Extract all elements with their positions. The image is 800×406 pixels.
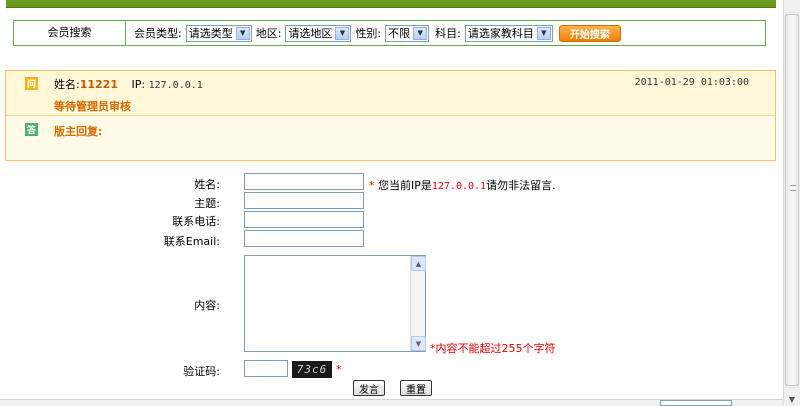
name-field-label: 姓名: (194, 178, 220, 191)
message-entry: 问 姓名:11221 IP: 127.0.0.1 2011-01-29 01:0… (5, 70, 776, 161)
captcha-required-star: * (336, 363, 342, 376)
member-type-select[interactable]: 请选类型 ▼ (185, 24, 252, 42)
chevron-down-icon[interactable]: ▼ (536, 26, 551, 40)
answer-icon: 答 (25, 123, 38, 136)
member-type-label: 会员类型: (134, 27, 182, 40)
captcha-input[interactable] (244, 360, 288, 377)
message-datetime: 2011-01-29 01:03:00 (634, 77, 749, 88)
status-text: 等待管理员审核 (54, 100, 131, 113)
ip-warning-suffix: 请勿非法留言. (486, 179, 556, 192)
ip-warning-prefix: 您当前IP是 (378, 179, 432, 192)
scrollbar-thumb[interactable] (785, 14, 799, 386)
name-label: 姓名: (54, 78, 80, 91)
message-form: 姓名: * 您当前IP是127.0.0.1请勿非法留言. 主题: 联系电话: 联… (0, 0, 780, 406)
moderator-reply-label: 版主回复: (54, 125, 103, 138)
gender-value: 不限 (388, 27, 411, 40)
page-scrollbar[interactable]: ▼ (783, 0, 800, 406)
ip-value: 127.0.0.1 (148, 80, 203, 91)
triangle-down-icon[interactable]: ▼ (785, 392, 799, 406)
message-header: 姓名:11221 IP: 127.0.0.1 (54, 76, 203, 92)
area-field: 地区: 请选地区 ▼ (255, 24, 352, 42)
submit-button[interactable]: 发言 (353, 380, 385, 396)
email-input[interactable] (244, 230, 364, 247)
member-search-bar: 会员搜索 会员类型: 请选类型 ▼ 地区: 请选地区 ▼ 性别: 不限 ▼ 科目… (13, 20, 766, 46)
bottom-select[interactable] (660, 400, 732, 406)
ip-warning: * 您当前IP是127.0.0.1请勿非法留言. (369, 177, 556, 193)
chevron-down-icon[interactable]: ▼ (335, 26, 350, 40)
content-textarea[interactable] (244, 255, 426, 352)
textarea-scrollbar[interactable]: ▲ ▼ (410, 256, 426, 351)
chevron-down-icon[interactable]: ▼ (413, 26, 428, 40)
grip-icon (790, 185, 796, 191)
triangle-up-icon[interactable]: ▲ (411, 256, 426, 271)
search-title: 会员搜索 (14, 21, 126, 45)
reset-button[interactable]: 重置 (400, 380, 432, 396)
author-name: 11221 (79, 78, 118, 91)
name-input[interactable] (244, 173, 364, 190)
gender-select[interactable]: 不限 ▼ (385, 24, 430, 42)
chevron-down-icon[interactable]: ▼ (235, 26, 250, 40)
phone-label: 联系电话: (172, 215, 220, 228)
start-search-button[interactable]: 开始搜索 (558, 24, 621, 42)
gender-field: 性别: 不限 ▼ (355, 24, 430, 42)
subject-filter-label: 科目: (435, 27, 461, 40)
area-value: 请选地区 (288, 27, 333, 40)
subject-select[interactable]: 请选家教科目 ▼ (464, 24, 553, 42)
area-select[interactable]: 请选地区 ▼ (285, 24, 352, 42)
content-length-note: *内容不能超过255个字符 (430, 342, 556, 355)
area-label: 地区: (255, 27, 282, 40)
ip-label: IP: (131, 78, 146, 91)
ip-warning-ip: 127.0.0.1 (431, 181, 487, 192)
member-type-field: 会员类型: 请选类型 ▼ (134, 24, 252, 42)
subject-label: 主题: (194, 197, 220, 210)
subject-input[interactable] (244, 192, 364, 209)
required-star: * (369, 179, 375, 192)
phone-input[interactable] (244, 211, 364, 228)
triangle-down-icon[interactable]: ▼ (411, 336, 426, 351)
subject-value: 请选家教科目 (467, 27, 534, 40)
captcha-label: 验证码: (183, 365, 220, 378)
captcha-image: 73c6 (292, 361, 332, 378)
email-label: 联系Email: (163, 235, 220, 248)
gender-label: 性别: (355, 27, 382, 40)
content-label: 内容: (194, 299, 220, 312)
member-type-value: 请选类型 (188, 27, 233, 40)
header-bar (6, 0, 776, 8)
subject-field: 科目: 请选家教科目 ▼ (435, 24, 553, 42)
question-icon: 问 (25, 77, 38, 90)
